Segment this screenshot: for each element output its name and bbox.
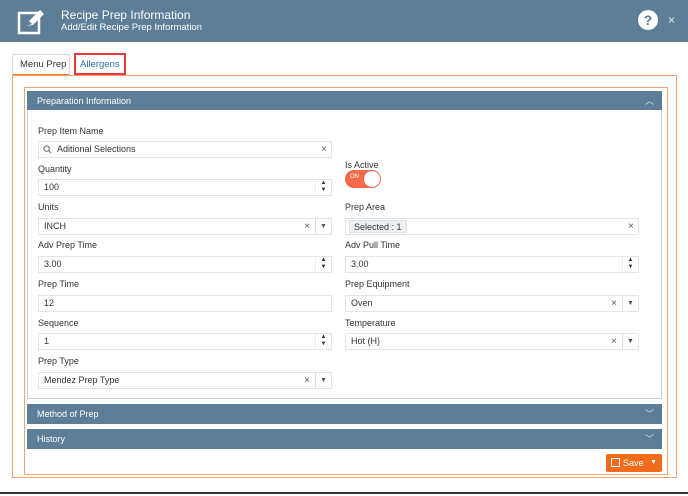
temperature-value: Hot (H)	[351, 336, 380, 346]
sequence-label: Sequence	[38, 318, 79, 328]
prep-type-select[interactable]: Mendez Prep Type × ▼	[38, 372, 332, 389]
clear-icon[interactable]: ×	[304, 219, 310, 234]
spin-up-icon[interactable]: ▲	[316, 334, 331, 341]
prep-type-label: Prep Type	[38, 356, 79, 366]
chevron-down-icon[interactable]: ▼	[315, 373, 331, 388]
toggle-on-text: ON	[350, 174, 359, 180]
spin-down-icon[interactable]: ▼	[316, 341, 331, 348]
help-icon[interactable]: ?	[638, 10, 658, 30]
prep-item-name-value: Aditional Selections	[57, 144, 136, 154]
section-title: Preparation Information	[37, 96, 132, 106]
save-label: Save	[623, 458, 644, 468]
quantity-label: Quantity	[38, 164, 72, 174]
adv-pull-time-value: 3.00	[351, 259, 369, 269]
prep-type-value: Mendez Prep Type	[44, 375, 120, 385]
chevron-down-icon[interactable]: ▼	[315, 219, 331, 234]
window-bottom-border	[0, 492, 688, 494]
adv-prep-time-value: 3.00	[44, 259, 62, 269]
tab-menu-prep[interactable]: Menu Prep	[12, 54, 70, 76]
adv-pull-time-stepper[interactable]: 3.00 ▲ ▼	[345, 256, 639, 273]
floppy-disk-icon	[611, 458, 620, 467]
caret-down-icon[interactable]: ▼	[650, 454, 657, 472]
prep-equipment-label: Prep Equipment	[345, 279, 410, 289]
chevron-down-icon[interactable]: ▼	[622, 334, 638, 349]
window-subtitle: Add/Edit Recipe Prep Information	[61, 22, 202, 33]
spin-up-icon[interactable]: ▲	[316, 180, 331, 187]
sequence-value: 1	[44, 336, 50, 346]
units-select[interactable]: INCH × ▼	[38, 218, 332, 235]
prep-item-name-label: Prep Item Name	[38, 126, 104, 136]
spin-down-icon[interactable]: ▼	[623, 264, 638, 271]
quantity-value: 100	[44, 182, 60, 192]
spin-down-icon[interactable]: ▼	[316, 187, 331, 194]
spin-buttons[interactable]: ▲ ▼	[622, 257, 638, 272]
prep-time-value: 12	[44, 298, 55, 308]
tab-allergens[interactable]: Allergens	[74, 53, 126, 75]
search-icon	[43, 142, 52, 159]
section-title: History	[37, 434, 66, 444]
spin-buttons[interactable]: ▲ ▼	[315, 334, 331, 349]
adv-prep-time-label: Adv Prep Time	[38, 240, 98, 250]
prep-equipment-select[interactable]: Oven × ▼	[345, 295, 639, 312]
chevron-up-icon: ︿	[644, 96, 654, 106]
window-title: Recipe Prep Information	[61, 8, 191, 22]
edit-icon	[17, 10, 44, 35]
clear-icon[interactable]: ×	[611, 334, 617, 349]
section-title: Method of Prep	[37, 409, 99, 419]
title-bar: Recipe Prep Information Add/Edit Recipe …	[0, 0, 688, 42]
chevron-down-icon: ﹀	[644, 409, 654, 419]
is-active-toggle[interactable]: ON	[345, 170, 381, 188]
section-preparation-information[interactable]: Preparation Information ︿	[27, 91, 662, 111]
toggle-knob	[364, 171, 380, 187]
spin-buttons[interactable]: ▲ ▼	[315, 257, 331, 272]
sequence-stepper[interactable]: 1 ▲ ▼	[38, 333, 332, 350]
chevron-down-icon[interactable]: ▼	[622, 296, 638, 311]
prep-equipment-value: Oven	[351, 298, 373, 308]
spin-down-icon[interactable]: ▼	[316, 264, 331, 271]
prep-area-label: Prep Area	[345, 202, 386, 212]
adv-pull-time-label: Adv Pull Time	[345, 240, 401, 250]
adv-prep-time-stepper[interactable]: 3.00 ▲ ▼	[38, 256, 332, 273]
selected-count-chip: Selected : 1	[349, 220, 407, 233]
prep-time-label: Prep Time	[38, 279, 80, 289]
temperature-select[interactable]: Hot (H) × ▼	[345, 333, 639, 350]
clear-icon[interactable]: ×	[321, 142, 327, 157]
units-label: Units	[38, 202, 59, 212]
clear-icon[interactable]: ×	[304, 373, 310, 388]
units-value: INCH	[44, 221, 66, 231]
save-button[interactable]: Save ▼	[606, 454, 662, 472]
chevron-down-icon: ﹀	[644, 434, 654, 444]
spin-up-icon[interactable]: ▲	[316, 257, 331, 264]
clear-icon[interactable]: ×	[628, 219, 634, 234]
spin-buttons[interactable]: ▲ ▼	[315, 180, 331, 195]
quantity-stepper[interactable]: 100 ▲ ▼	[38, 179, 332, 196]
close-icon[interactable]: ×	[668, 13, 675, 27]
prep-time-field[interactable]: 12	[38, 295, 332, 312]
prep-area-multiselect[interactable]: Selected : 1 ×	[345, 218, 639, 235]
is-active-label: Is Active	[345, 160, 379, 170]
spin-up-icon[interactable]: ▲	[623, 257, 638, 264]
prep-item-name-field[interactable]: Aditional Selections ×	[38, 141, 332, 158]
section-method-of-prep[interactable]: Method of Prep ﹀	[27, 404, 662, 424]
temperature-label: Temperature	[345, 318, 396, 328]
section-history[interactable]: History ﹀	[27, 429, 662, 449]
clear-icon[interactable]: ×	[611, 296, 617, 311]
